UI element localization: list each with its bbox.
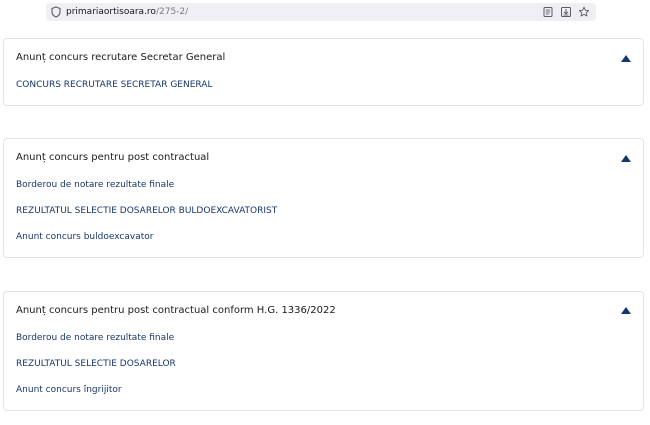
link-anunt-buldoexcavator[interactable]: Anunt concurs buldoexcavator [16, 232, 153, 242]
shield-icon[interactable] [50, 6, 62, 18]
browser-toolbar: primariaortisoara.ro/275-2/ [0, 0, 650, 24]
section-title[interactable]: Anunț concurs pentru post contractual co… [16, 305, 336, 316]
url-text[interactable]: primariaortisoara.ro/275-2/ [66, 5, 188, 19]
bookmark-star-icon[interactable] [578, 6, 590, 18]
caret-up-icon[interactable] [621, 307, 631, 314]
link-rezultat-selectie-dosarelor[interactable]: REZULTATUL SELECTIE DOSARELOR [16, 359, 176, 369]
url-domain: primariaortisoara.ro [66, 7, 156, 17]
section-title[interactable]: Anunț concurs recrutare Secretar General [16, 52, 225, 63]
url-bar[interactable]: primariaortisoara.ro/275-2/ [46, 3, 596, 21]
link-borderou-notare[interactable]: Borderou de notare rezultate finale [16, 180, 174, 190]
link-anunt-ingrijitor[interactable]: Anunt concurs îngrijitor [16, 385, 122, 395]
section-title[interactable]: Anunț concurs pentru post contractual [16, 152, 209, 163]
reader-view-icon[interactable] [542, 6, 554, 18]
link-concurs-secretar-general[interactable]: CONCURS RECRUTARE SECRETAR GENERAL [16, 80, 212, 90]
url-path: /275-2/ [155, 7, 189, 17]
link-borderou-notare[interactable]: Borderou de notare rezultate finale [16, 333, 174, 343]
link-rezultat-selectie-buldoexcavatorist[interactable]: REZULTATUL SELECTIE DOSARELOR BULDOEXCAV… [16, 206, 277, 216]
accordion-section-post-contractual: Anunț concurs pentru post contractual Bo… [3, 138, 644, 258]
caret-up-icon[interactable] [621, 55, 631, 62]
download-icon[interactable] [560, 6, 572, 18]
accordion-section-post-contractual-hg: Anunț concurs pentru post contractual co… [3, 291, 644, 411]
url-bar-actions [542, 6, 590, 18]
caret-up-icon[interactable] [621, 155, 631, 162]
accordion-section-secretar-general: Anunț concurs recrutare Secretar General… [3, 38, 644, 106]
